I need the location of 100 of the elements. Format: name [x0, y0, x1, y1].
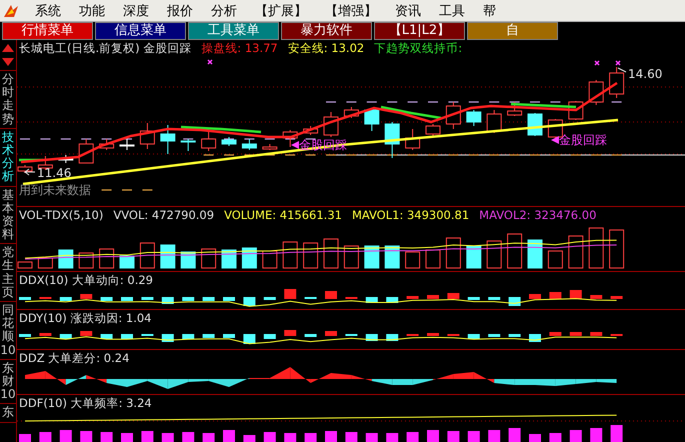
candlestick [160, 124, 176, 154]
frequency-bar [182, 432, 194, 442]
volume-bar [568, 236, 584, 268]
side-tab[interactable]: 东财10 [0, 360, 16, 404]
candlestick [466, 110, 482, 126]
indicator-label: 操盘线: 13.77 [201, 40, 278, 56]
indicator-bar [121, 297, 133, 301]
indicator-label: DDF(10) 大单频率: 3.24 [19, 396, 152, 410]
volume-bar [609, 230, 624, 268]
frequency-bar [202, 433, 215, 442]
menu-item[interactable]: 深度 [114, 2, 158, 20]
frequency-bar [39, 432, 52, 442]
indicator-bar [223, 297, 235, 301]
menu-item[interactable]: 分析 [202, 2, 246, 20]
leader-line [618, 68, 626, 72]
volume-bar [201, 248, 216, 268]
indicator-bar [19, 334, 31, 337]
indicator-bar [427, 295, 439, 299]
scroll-down-icon [1, 56, 15, 68]
volume-bar [486, 240, 502, 268]
side-tab[interactable]: 基本资料 [0, 186, 16, 244]
volume-bar [140, 242, 155, 268]
menu-item[interactable]: 资讯 [386, 2, 430, 20]
menu-item[interactable]: 帮 [474, 2, 505, 20]
frequency-bar [100, 432, 113, 442]
frequency-bar [60, 430, 72, 442]
menu-item[interactable]: 功能 [70, 2, 114, 20]
note-label: 用到未来数据 [19, 183, 91, 197]
volume-bar [303, 242, 318, 268]
candlestick [384, 122, 400, 158]
frequency-bar [610, 425, 623, 442]
frequency-bar [243, 435, 256, 442]
frequency-bar [529, 434, 541, 442]
indicator-label: DDX(10) 大单动向: 0.29 [19, 272, 153, 288]
indicator-label: MAVOL2: 323476.00 [479, 208, 596, 222]
menu-item[interactable]: 【增强】 [316, 2, 386, 20]
frequency-bar [325, 431, 337, 442]
indicator-bar [488, 334, 500, 337]
indicator-label: VVOL: 472790.09 [113, 208, 214, 222]
indicator-bar [345, 334, 358, 336]
volume-bar [58, 250, 74, 268]
candlestick [426, 124, 440, 136]
volume-bar [446, 238, 461, 268]
side-tab[interactable]: 东 [0, 404, 16, 422]
menu-item[interactable]: 【扩展】 [246, 2, 316, 20]
indicator-label: 下趋势双线持币: [374, 40, 462, 56]
indicator-bar [80, 294, 92, 299]
side-tab[interactable]: 同花顺10 [0, 302, 16, 360]
arrow-icon [551, 136, 559, 144]
frequency-bar [80, 431, 92, 442]
candlestick [58, 154, 74, 164]
indicator-bar [60, 334, 72, 339]
indicator-bar [223, 334, 235, 338]
toolbar-tab[interactable]: 自 [467, 22, 558, 40]
toolbar-tab[interactable]: 暴力软件 [281, 22, 372, 40]
indicator-bar [39, 297, 52, 299]
toolbar-tab[interactable]: 信息菜单 [95, 22, 186, 40]
logo-icon [2, 2, 20, 18]
candlestick [486, 110, 502, 134]
indicator-bar [284, 289, 296, 299]
indicator-bar [182, 334, 194, 339]
candlestick [364, 108, 380, 132]
side-tab[interactable]: 党生主页 [0, 244, 16, 302]
indicator-bar [406, 334, 419, 336]
indicator-bar [304, 297, 317, 299]
candlestick [222, 136, 236, 146]
candlestick [242, 138, 257, 150]
volume-bar [324, 238, 338, 268]
menu-item[interactable]: 系统 [26, 2, 70, 20]
frequency-bar [406, 432, 419, 442]
volume-bar [588, 228, 604, 268]
frequency-bar [121, 433, 133, 442]
side-tab[interactable]: 技术分析 [0, 128, 16, 186]
indicator-bar [549, 332, 562, 336]
indicator-bar [264, 297, 276, 300]
volume-bar [222, 250, 236, 268]
side-tab[interactable]: 分时走势 [0, 71, 16, 129]
indicator-bar [284, 330, 296, 336]
frequency-bar [427, 430, 439, 442]
toolbar-tab[interactable]: 工具菜单 [188, 22, 279, 40]
volume-bar [38, 258, 53, 268]
candlestick [140, 122, 155, 150]
candlestick [405, 128, 420, 150]
frequency-bar [284, 433, 296, 442]
frequency-bar [488, 430, 500, 442]
frequency-bar [366, 433, 378, 442]
frequency-bar [570, 430, 582, 442]
menu-item[interactable]: 工具 [430, 2, 474, 20]
menu-item[interactable]: 报价 [158, 2, 202, 20]
indicator-bar [141, 334, 154, 336]
frequency-bar [304, 433, 317, 442]
candlestick [609, 66, 624, 98]
indicator-bar [182, 297, 194, 301]
toolbar-tab[interactable]: 【L1|L2】 [374, 22, 465, 40]
toolbar-tab[interactable]: 行情菜单 [2, 22, 93, 40]
indicator-bar [100, 334, 113, 339]
indicator-bar [304, 334, 317, 337]
volume-bar [507, 234, 522, 268]
indicator-bar [121, 334, 133, 339]
chart-title: 长城电工(日线.前复权) 金股回踩 [19, 40, 192, 56]
